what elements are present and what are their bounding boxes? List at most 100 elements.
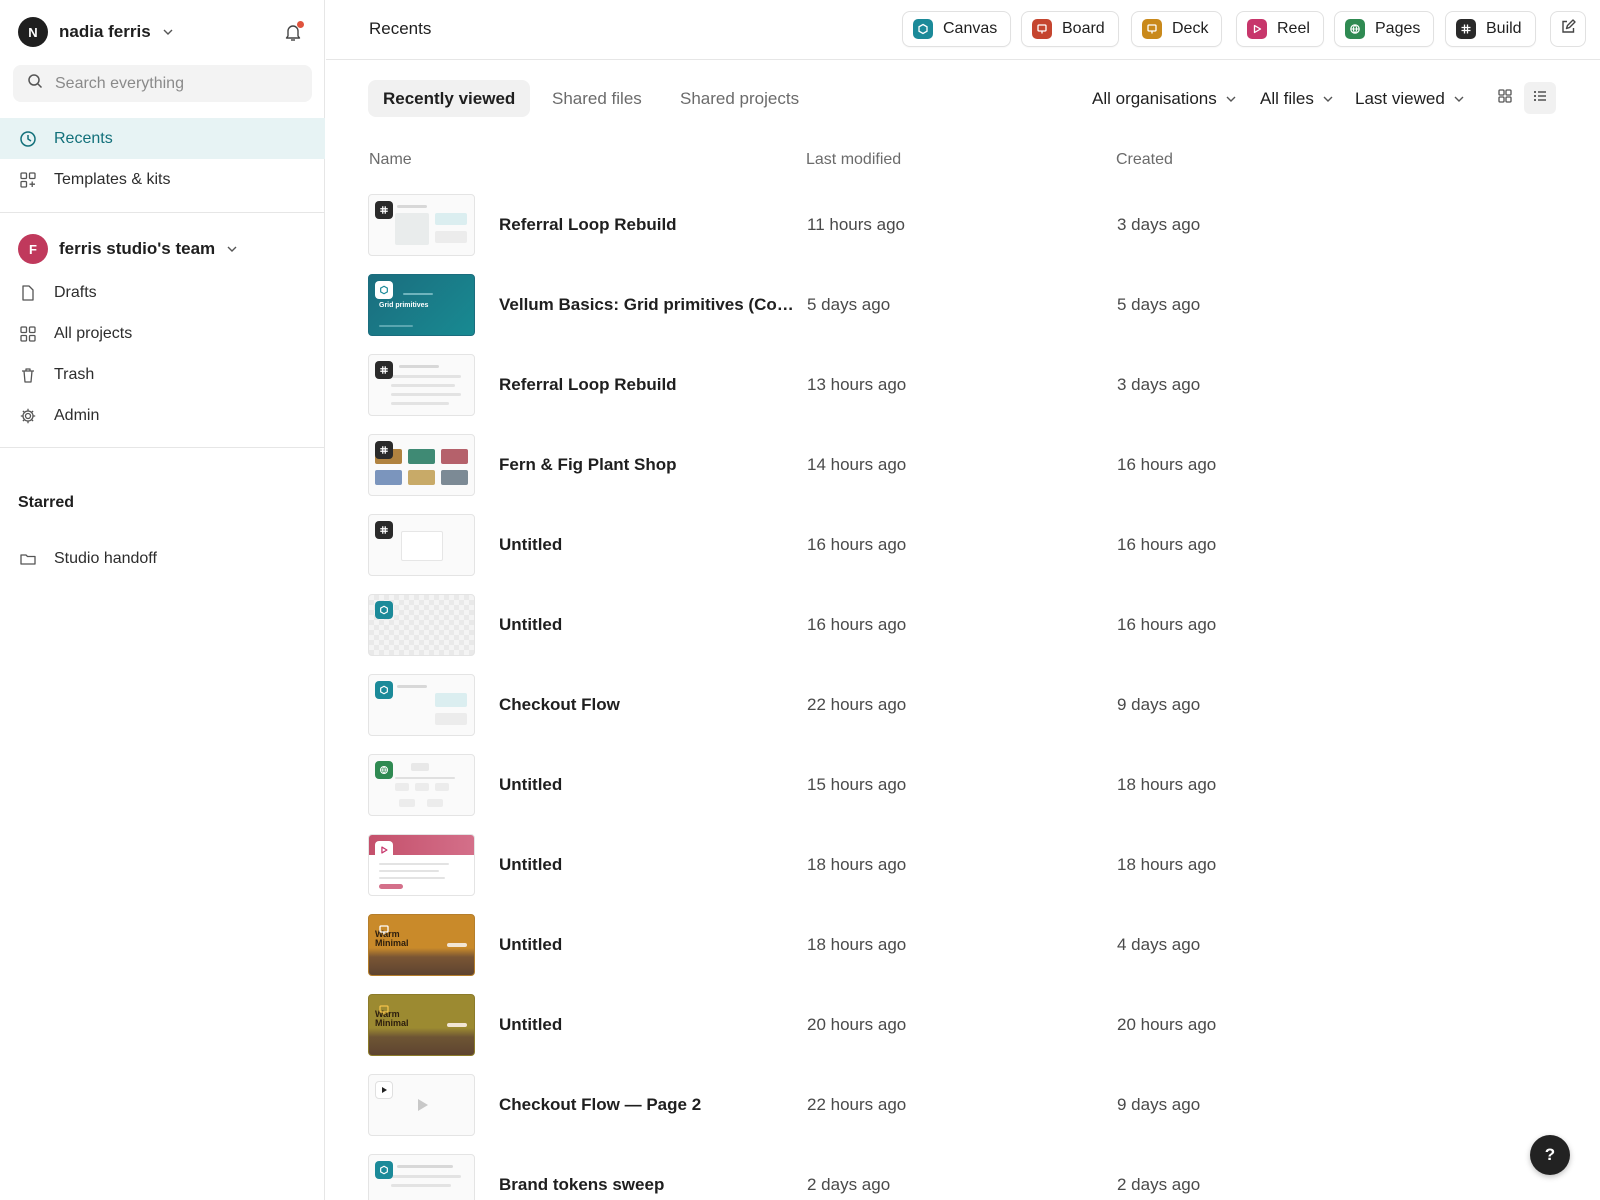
compose-icon [1560,18,1576,40]
thumb-swatch [408,470,435,485]
thumb-pill [447,1023,467,1027]
thumb-line [391,393,461,396]
tab-shared-projects[interactable]: Shared projects [665,80,814,117]
sort-dropdown[interactable]: Last viewed [1355,86,1465,112]
nav-templates[interactable]: Templates & kits [0,159,325,200]
starred-item-studio-handoff[interactable]: Studio handoff [0,538,325,579]
file-created: 18 hours ago [1117,855,1217,874]
file-thumbnail [368,594,475,656]
search-input[interactable] [55,74,295,93]
gear-icon [18,406,38,426]
nav-drafts[interactable]: Drafts [0,272,325,313]
file-last-modified: 16 hours ago [807,615,907,634]
nav-admin-label: Admin [54,406,100,424]
tab-recently-viewed[interactable]: Recently viewed [368,80,531,117]
thumb-pill [447,943,467,947]
nav-trash[interactable]: Trash [0,354,325,395]
thumb-line [391,1184,451,1187]
file-row[interactable]: Fern & Fig Plant Shop 14 hours ago 16 ho… [326,420,1600,500]
folder-icon [18,549,38,569]
file-last-modified: 20 hours ago [807,1015,907,1034]
pages-icon [375,761,393,779]
file-row[interactable]: Grid primitives Vellum Basics: Grid prim… [326,260,1600,340]
file-thumbnail [368,1074,475,1136]
file-row[interactable]: Referral Loop Rebuild 11 hours ago 3 day… [326,180,1600,260]
thumb-swatch [375,470,402,485]
list-view-icon [1532,88,1548,109]
team-name: ferris studio's team [59,239,216,258]
file-name: Untitled [499,1015,563,1034]
file-row[interactable]: Warm Minimal Untitled 18 hours ago 4 day… [326,900,1600,980]
thumb-line [397,685,427,688]
file-row[interactable]: Referral Loop Rebuild 13 hours ago 3 day… [326,340,1600,420]
create-canvas-button[interactable]: Canvas [902,11,1012,47]
column-header-name[interactable]: Name [369,151,412,169]
grid-view-button[interactable] [1489,82,1521,114]
column-header-created[interactable]: Created [1116,151,1173,169]
thumb-line [379,863,449,865]
file-name: Untitled [499,855,563,874]
file-icon [18,283,38,303]
organisation-filter-dropdown[interactable]: All organisations [1092,86,1237,112]
file-row[interactable]: Warm Minimal Untitled 20 hours ago 20 ho… [326,980,1600,1060]
create-board-button[interactable]: Board [1021,11,1119,47]
list-view-button[interactable] [1524,82,1556,114]
board-icon [1032,19,1052,39]
file-name: Referral Loop Rebuild [499,375,677,394]
file-last-modified: 14 hours ago [807,455,907,474]
starred-item-label: Studio handoff [54,549,157,567]
file-name: Untitled [499,775,563,794]
create-pages-label: Pages [1375,20,1421,37]
file-last-modified: 5 days ago [807,295,891,314]
file-row[interactable]: Brand tokens sweep 2 days ago 2 days ago [326,1140,1600,1200]
create-deck-button[interactable]: Deck [1131,11,1223,47]
thumb-block [427,799,443,807]
deck-icon [375,1001,393,1019]
file-row[interactable]: Untitled 16 hours ago 16 hours ago [326,500,1600,580]
file-thumbnail [368,674,475,736]
create-reel-button[interactable]: Reel [1236,11,1324,47]
team-menu[interactable]: F ferris studio's team [18,233,238,265]
column-header-last-modified[interactable]: Last modified [806,151,901,169]
file-row[interactable]: Checkout Flow 22 hours ago 9 days ago [326,660,1600,740]
nav-all-projects[interactable]: All projects [0,313,325,354]
file-thumbnail [368,754,475,816]
tab-shared-files[interactable]: Shared files [537,80,657,117]
thumb-line [391,384,455,387]
user-menu[interactable]: N nadia ferris [18,16,174,48]
create-pages-button[interactable]: Pages [1334,11,1435,47]
file-created: 5 days ago [1117,295,1201,314]
thumb-line [379,877,445,879]
file-row[interactable]: Untitled 16 hours ago 16 hours ago [326,580,1600,660]
file-created: 2 days ago [1117,1175,1201,1194]
file-created: 18 hours ago [1117,775,1217,794]
sidebar-divider [0,447,325,448]
thumb-line [391,402,449,405]
new-file-button[interactable] [1550,11,1586,47]
file-name: Checkout Flow — Page 2 [499,1095,702,1114]
file-type-filter-dropdown[interactable]: All files [1260,86,1334,112]
file-row[interactable]: Checkout Flow — Page 2 22 hours ago 9 da… [326,1060,1600,1140]
file-row[interactable]: Untitled 15 hours ago 18 hours ago [326,740,1600,820]
nav-admin[interactable]: Admin [0,395,325,436]
search-box[interactable] [13,65,312,102]
sidebar: N nadia ferris Recents Templates & kits … [0,0,325,1200]
nav-recents[interactable]: Recents [0,118,325,159]
file-created: 20 hours ago [1117,1015,1217,1034]
thumb-block [395,213,429,245]
deck-icon [375,921,393,939]
thumb-line [379,870,439,872]
canvas-icon [913,19,933,39]
create-board-label: Board [1062,20,1105,37]
help-button[interactable]: ? [1530,1135,1570,1175]
build-icon [1456,19,1476,39]
play-icon [417,1098,429,1117]
create-build-button[interactable]: Build [1445,11,1536,47]
file-thumbnail [368,514,475,576]
nav-all-projects-label: All projects [54,324,133,342]
file-row[interactable]: Untitled 18 hours ago 18 hours ago [326,820,1600,900]
notification-dot [297,21,304,28]
thumb-swatch [408,449,435,464]
notifications-bell-icon[interactable] [280,19,306,45]
grid-view-icon [1497,88,1513,109]
